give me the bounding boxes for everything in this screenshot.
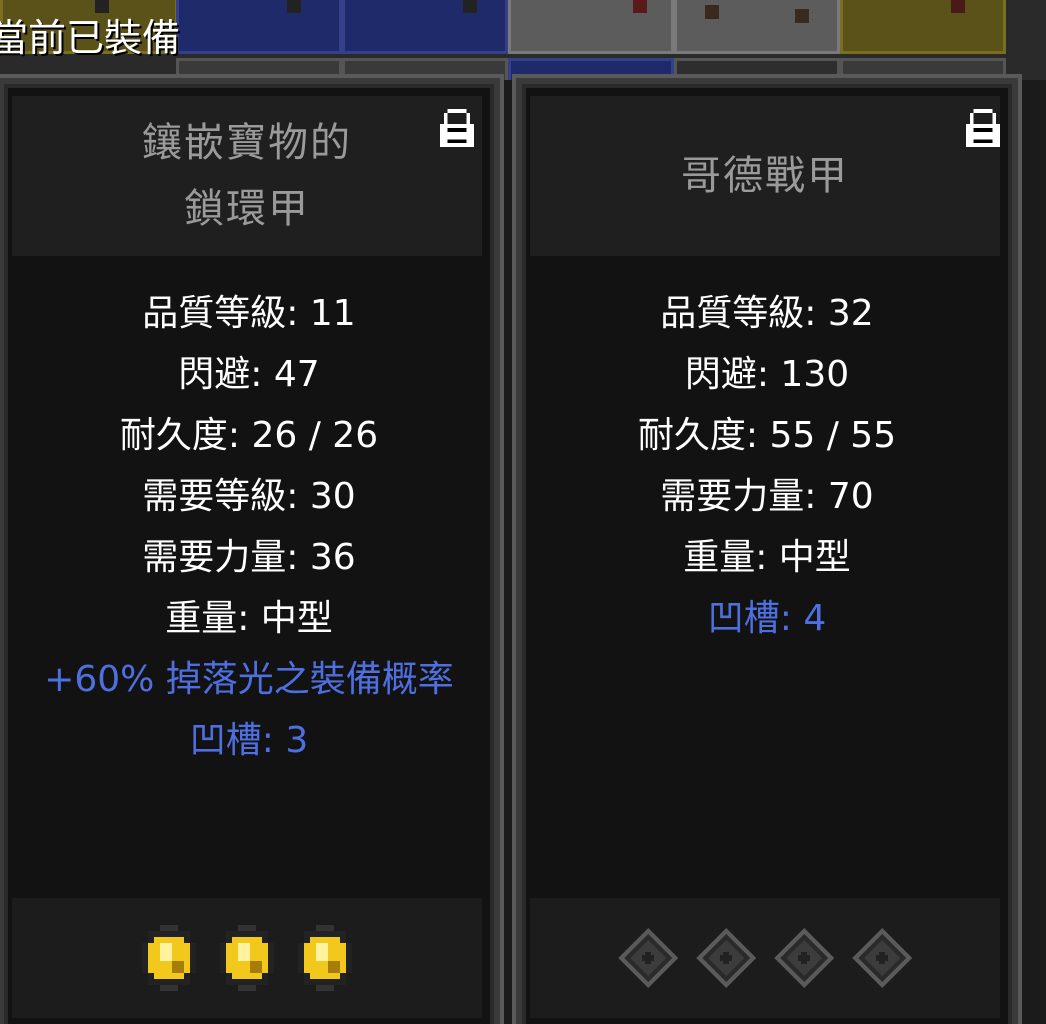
- stat-required-level: 需要等級: 30: [142, 476, 356, 517]
- stat-weight: 重量: 中型: [165, 598, 333, 639]
- stat-evasion: 閃避: 47: [178, 354, 320, 395]
- stat-required-strength: 需要力量: 36: [142, 537, 356, 578]
- item-tooltip-compare: 哥德戰甲 品質等級: 32 閃避: 130 耐久度: 55 / 55 需要力量:…: [512, 74, 1022, 1024]
- stat-durability: 耐久度: 26 / 26: [119, 415, 379, 456]
- stat-quality-level: 品質等級: 11: [142, 293, 356, 334]
- stat-sockets: 凹槽: 4: [707, 598, 827, 639]
- tooltip-body: 鑲嵌寶物的 鎖環甲 品質等級: 11 閃避: 47 耐久度: 26 / 26 需…: [4, 84, 494, 1024]
- item-title: 哥德戰甲: [681, 153, 849, 199]
- stat-quality-level: 品質等級: 32: [660, 293, 874, 334]
- tooltip-body: 哥德戰甲 品質等級: 32 閃避: 130 耐久度: 55 / 55 需要力量:…: [522, 84, 1012, 1024]
- socket-row: [530, 898, 1000, 1018]
- stat-magic-find-bonus: +60% 掉落光之裝備概率: [44, 659, 454, 700]
- empty-socket-icon: [852, 928, 912, 988]
- stat-durability: 耐久度: 55 / 55: [637, 415, 897, 456]
- empty-socket-icon: [618, 928, 678, 988]
- inventory-slot[interactable]: [176, 0, 342, 54]
- item-title-header: 鑲嵌寶物的 鎖環甲: [12, 96, 482, 256]
- item-stats-list: 品質等級: 32 閃避: 130 耐久度: 55 / 55 需要力量: 70 重…: [526, 283, 1008, 649]
- lock-icon[interactable]: [966, 108, 1000, 148]
- gold-gem-icon: [142, 925, 196, 991]
- inventory-slot[interactable]: [674, 0, 840, 54]
- lock-icon[interactable]: [440, 108, 474, 148]
- currently-equipped-label: 當前已裝備: [0, 16, 181, 60]
- empty-socket-icon: [696, 928, 756, 988]
- inventory-slot[interactable]: [840, 0, 1006, 54]
- stat-evasion: 閃避: 130: [684, 354, 850, 395]
- item-tooltip-equipped: 鑲嵌寶物的 鎖環甲 品質等級: 11 閃避: 47 耐久度: 26 / 26 需…: [0, 74, 504, 1024]
- socket-row: [12, 898, 482, 1018]
- stat-weight: 重量: 中型: [683, 537, 851, 578]
- gold-gem-icon: [298, 925, 352, 991]
- empty-socket-icon: [774, 928, 834, 988]
- inventory-slot[interactable]: [342, 0, 508, 54]
- item-title: 鑲嵌寶物的 鎖環甲: [142, 120, 352, 232]
- inventory-slot[interactable]: [508, 0, 674, 54]
- stat-sockets: 凹槽: 3: [189, 720, 309, 761]
- gold-gem-icon: [220, 925, 274, 991]
- item-title-header: 哥德戰甲: [530, 96, 1000, 256]
- stat-required-strength: 需要力量: 70: [660, 476, 874, 517]
- item-stats-list: 品質等級: 11 閃避: 47 耐久度: 26 / 26 需要等級: 30 需要…: [8, 283, 490, 771]
- item-compare-screen: 當前已裝備 鑲嵌寶物的 鎖環甲 品質等級: 11 閃避: 47 耐久度: 26 …: [0, 0, 1046, 1024]
